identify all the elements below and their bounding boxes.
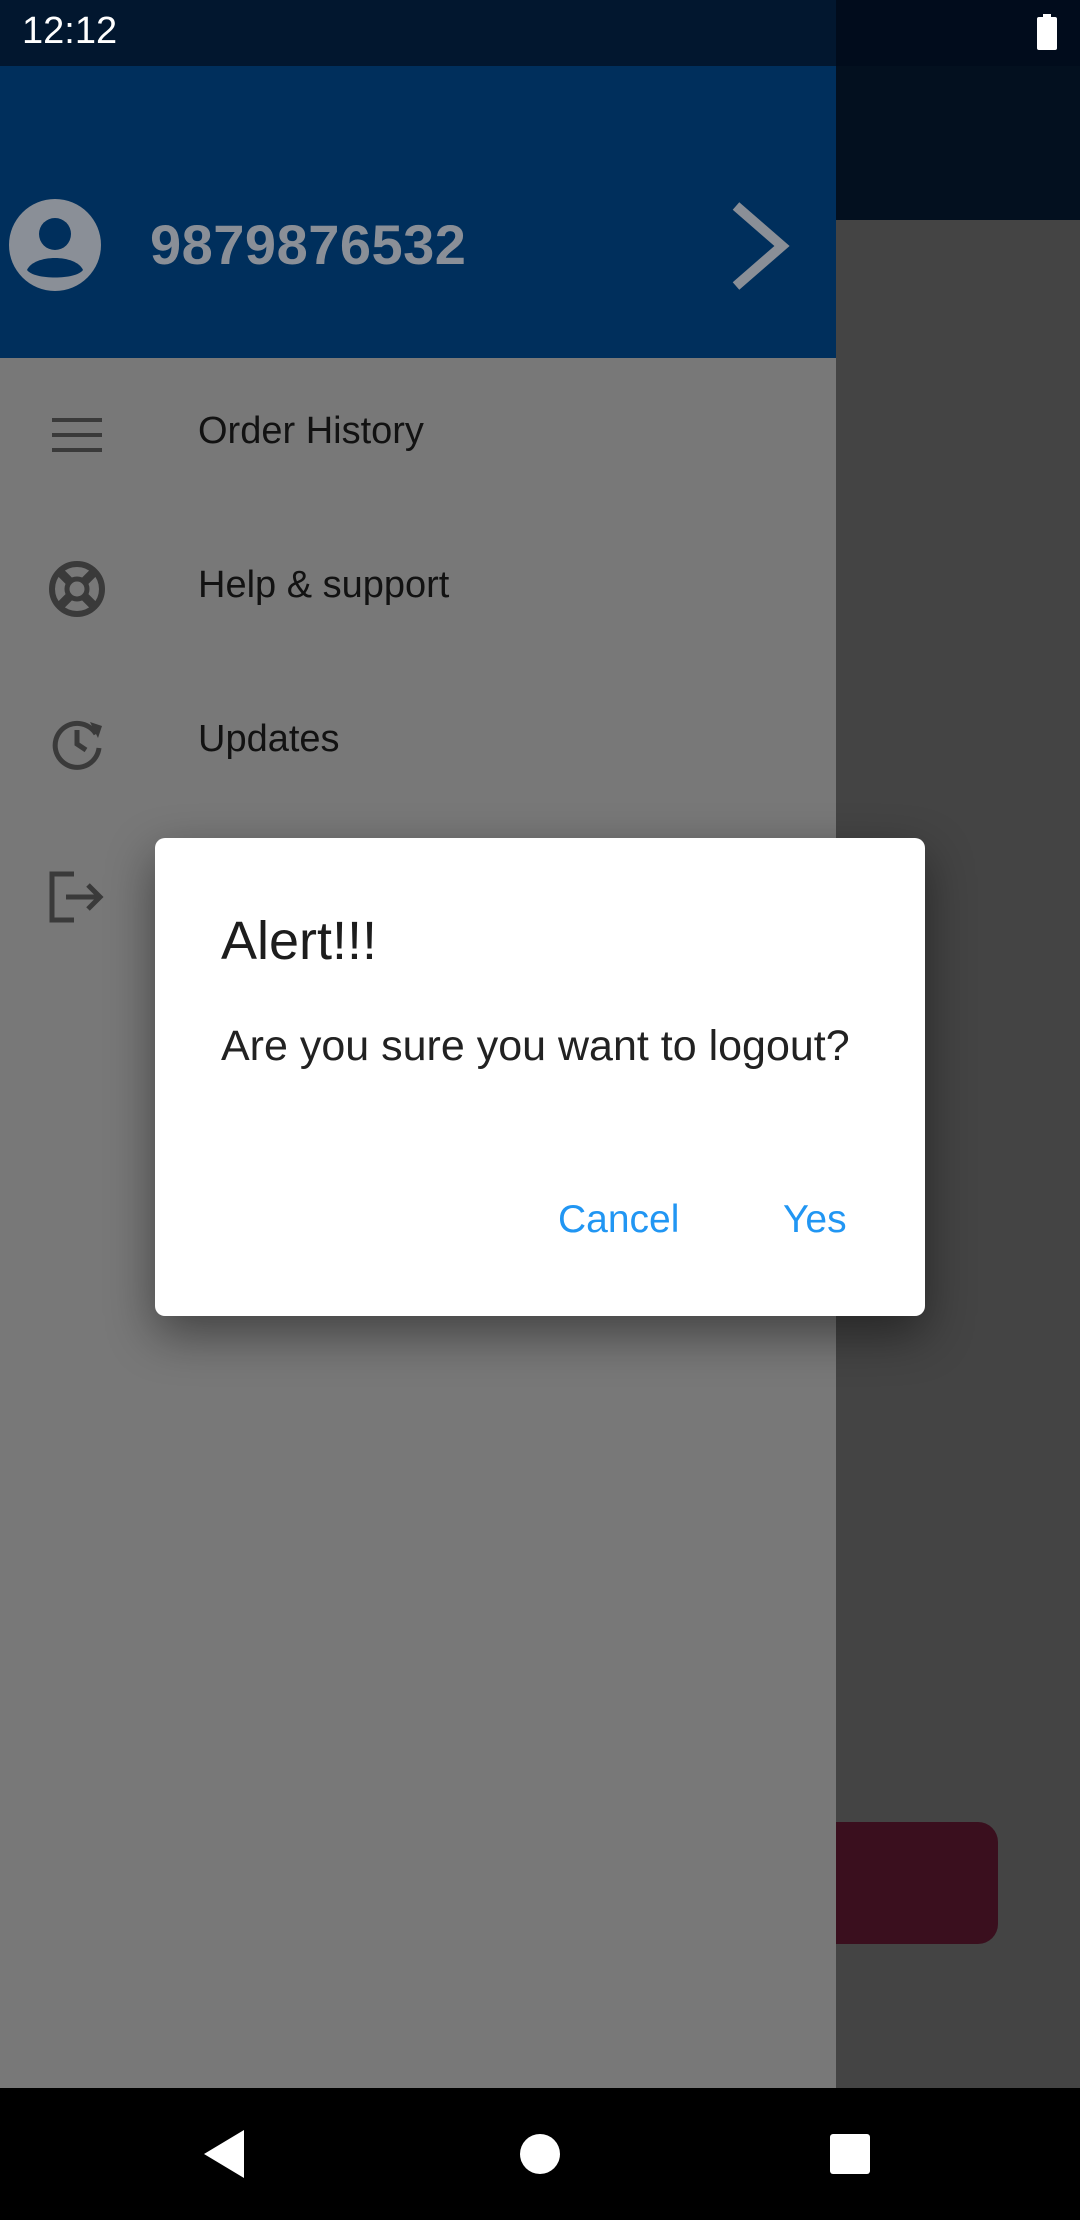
status-bar: 12:12 bbox=[0, 0, 1080, 66]
home-circle-icon[interactable] bbox=[518, 2132, 562, 2176]
logout-alert-dialog: Alert!!! Are you sure you want to logout… bbox=[155, 838, 925, 1316]
drawer-item-updates[interactable]: Updates bbox=[0, 666, 836, 820]
drawer-item-label: Updates bbox=[198, 718, 340, 760]
list-icon bbox=[52, 418, 102, 452]
logout-icon bbox=[49, 871, 104, 923]
cancel-button[interactable]: Cancel bbox=[558, 1198, 679, 1242]
battery-icon bbox=[1037, 14, 1057, 50]
back-triangle-icon[interactable] bbox=[200, 2126, 250, 2182]
dialog-title: Alert!!! bbox=[221, 911, 378, 971]
lifebuoy-icon bbox=[49, 561, 105, 617]
drawer-item-label: Help & support bbox=[198, 564, 450, 606]
drawer-item-help-support[interactable]: Help & support bbox=[0, 512, 836, 666]
chevron-right-icon[interactable] bbox=[724, 198, 794, 294]
system-navigation-bar bbox=[0, 2088, 1080, 2220]
status-time: 12:12 bbox=[22, 10, 118, 52]
drawer-item-label: Order History bbox=[198, 410, 424, 452]
account-circle-icon bbox=[9, 199, 101, 291]
yes-button[interactable]: Yes bbox=[783, 1198, 847, 1242]
recents-square-icon[interactable] bbox=[828, 2132, 872, 2176]
drawer-header[interactable]: 9879876532 bbox=[0, 66, 836, 358]
dialog-message: Are you sure you want to logout? bbox=[221, 1022, 850, 1070]
drawer-item-order-history[interactable]: Order History bbox=[0, 358, 836, 512]
phone-number: 9879876532 bbox=[150, 213, 467, 276]
refresh-clock-icon bbox=[52, 720, 102, 770]
